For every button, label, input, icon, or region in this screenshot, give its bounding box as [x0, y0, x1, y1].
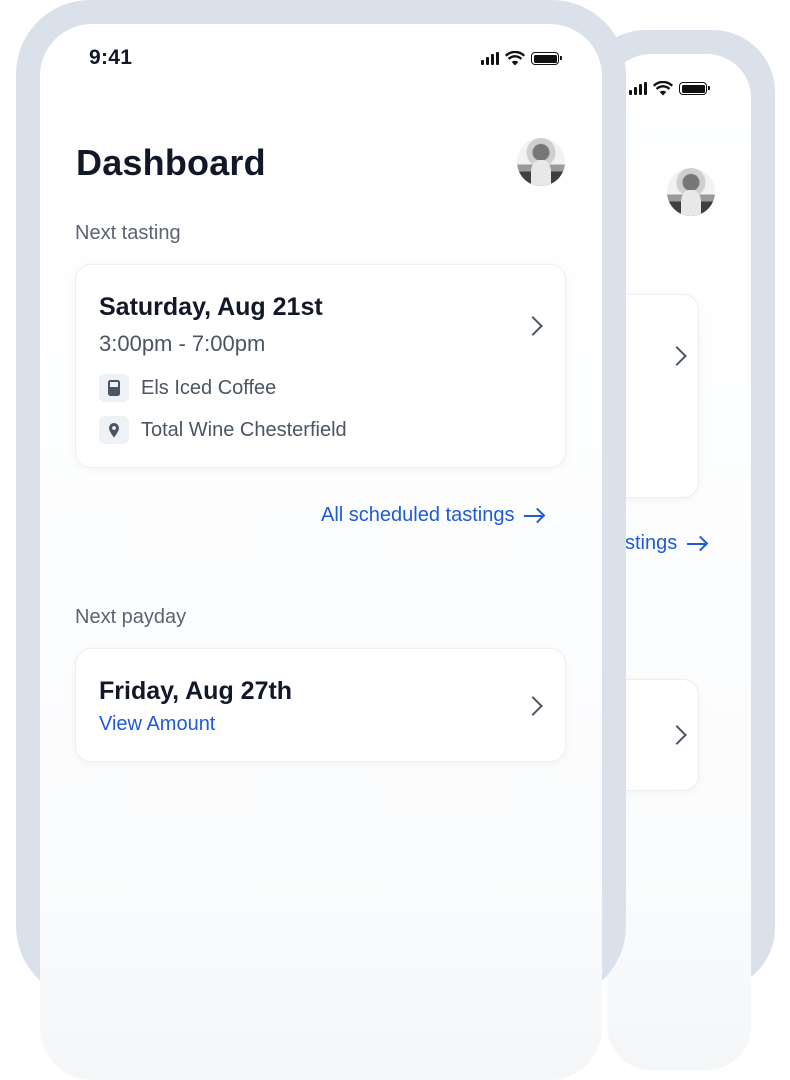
wifi-icon — [653, 81, 673, 96]
wifi-icon — [505, 51, 525, 66]
product-name: Els Iced Coffee — [141, 376, 277, 399]
cellular-signal-icon — [629, 82, 647, 95]
link-label: All scheduled tastings — [321, 504, 515, 526]
all-tastings-link-back[interactable]: stings — [625, 532, 707, 555]
battery-icon — [531, 52, 562, 65]
tasting-date: Saturday, Aug 21st — [99, 293, 323, 321]
next-payday-label: Next payday — [75, 606, 187, 628]
status-icons — [481, 51, 562, 66]
cellular-signal-icon — [481, 52, 499, 65]
chevron-right-icon — [523, 696, 543, 716]
chevron-right-icon — [667, 725, 687, 745]
link-label: stings — [625, 532, 678, 554]
arrow-right-icon — [524, 509, 544, 523]
tasting-product-row: Els Iced Coffee — [99, 374, 276, 402]
drink-icon — [99, 374, 129, 402]
phone-screen-back: stings — [607, 54, 751, 1070]
page-title: Dashboard — [76, 142, 266, 183]
phone-screen: 9:41 Dashboard Next tasting Saturday, Au… — [40, 24, 602, 1080]
payday-date: Friday, Aug 27th — [99, 677, 293, 705]
tasting-time: 3:00pm - 7:00pm — [99, 331, 266, 356]
arrow-right-icon — [687, 537, 707, 551]
chevron-right-icon — [523, 316, 543, 336]
battery-icon — [679, 82, 710, 95]
next-tasting-label: Next tasting — [75, 222, 181, 244]
avatar[interactable] — [667, 168, 715, 216]
location-name: Total Wine Chesterfield — [141, 418, 347, 441]
map-pin-icon — [99, 416, 129, 444]
next-payday-card[interactable]: Friday, Aug 27th View Amount — [75, 648, 566, 762]
all-scheduled-tastings-link[interactable]: All scheduled tastings — [321, 504, 544, 527]
phone-mockup-front: 9:41 Dashboard Next tasting Saturday, Au… — [16, 0, 626, 1080]
status-time: 9:41 — [89, 46, 133, 69]
avatar[interactable] — [517, 138, 565, 186]
tasting-location-row: Total Wine Chesterfield — [99, 416, 347, 444]
chevron-right-icon — [667, 346, 687, 366]
status-icons-back — [629, 81, 710, 96]
view-amount-link[interactable]: View Amount — [99, 713, 215, 736]
next-tasting-card[interactable]: Saturday, Aug 21st 3:00pm - 7:00pm Els I… — [75, 264, 566, 468]
